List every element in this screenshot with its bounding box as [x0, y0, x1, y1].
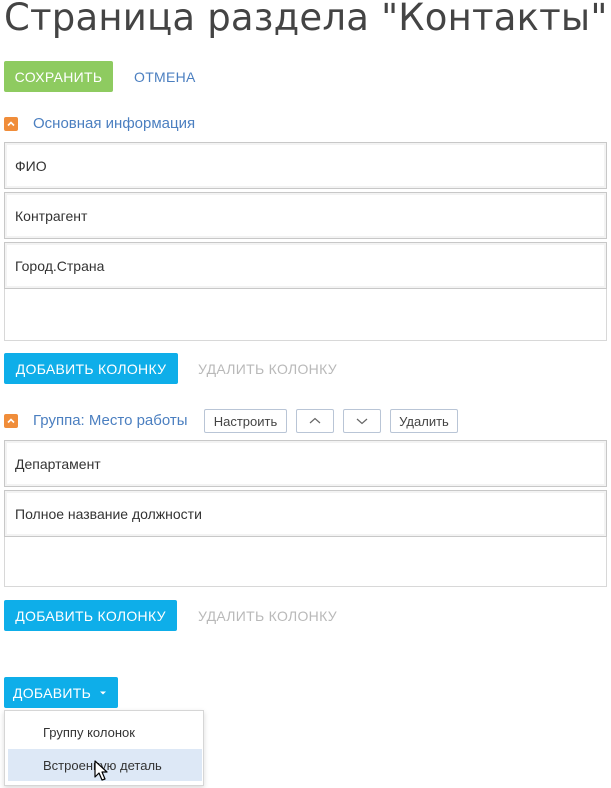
field-fio[interactable]: ФИО — [4, 142, 607, 189]
field-label: Департамент — [15, 455, 101, 472]
empty-drop-zone[interactable] — [4, 289, 607, 341]
add-button-label: ДОБАВИТЬ — [12, 684, 92, 701]
add-dropdown-button[interactable]: ДОБАВИТЬ — [4, 677, 118, 708]
field-label: Город.Страна — [15, 257, 105, 274]
empty-drop-zone[interactable] — [4, 537, 607, 587]
field-job-title[interactable]: Полное название должности — [4, 490, 607, 537]
mouse-pointer-icon — [94, 760, 108, 781]
field-city-country[interactable]: Город.Страна — [4, 242, 607, 289]
group-title-main[interactable]: Основная информация — [33, 115, 195, 132]
save-button[interactable]: СОХРАНИТЬ — [4, 61, 113, 92]
collapse-icon[interactable] — [4, 414, 18, 428]
menu-item-column-group[interactable]: Группу колонок — [8, 716, 202, 748]
cancel-button[interactable]: ОТМЕНА — [134, 61, 196, 92]
field-department[interactable]: Департамент — [4, 440, 607, 487]
remove-column-button: УДАЛИТЬ КОЛОНКУ — [198, 360, 337, 377]
remove-column-button: УДАЛИТЬ КОЛОНКУ — [198, 607, 337, 624]
collapse-icon[interactable] — [4, 117, 18, 131]
configure-button[interactable]: Настроить — [204, 409, 287, 433]
caret-down-icon — [100, 691, 107, 694]
page-title: Страница раздела "Контакты" — [4, 0, 608, 39]
chevron-down-icon — [356, 418, 368, 425]
group-title-work[interactable]: Группа: Место работы — [33, 412, 188, 429]
add-column-button[interactable]: ДОБАВИТЬ КОЛОНКУ — [4, 353, 178, 384]
chevron-up-icon — [7, 418, 15, 424]
move-down-button[interactable] — [343, 409, 381, 433]
field-label: Контрагент — [15, 207, 88, 224]
add-column-button[interactable]: ДОБАВИТЬ КОЛОНКУ — [4, 600, 177, 631]
move-up-button[interactable] — [296, 409, 334, 433]
field-label: ФИО — [15, 157, 47, 174]
chevron-up-icon — [7, 121, 15, 127]
field-account[interactable]: Контрагент — [4, 192, 607, 239]
chevron-up-icon — [309, 417, 321, 424]
field-label: Полное название должности — [15, 505, 202, 522]
delete-group-button[interactable]: Удалить — [390, 409, 458, 433]
